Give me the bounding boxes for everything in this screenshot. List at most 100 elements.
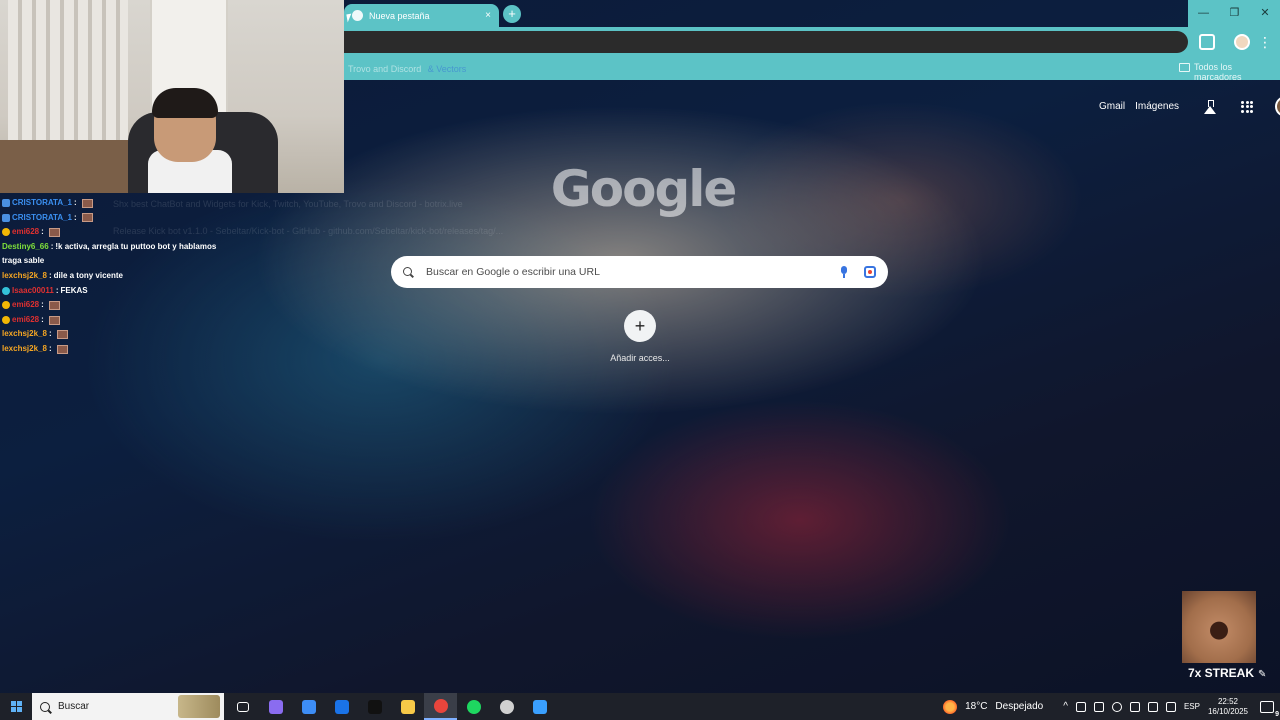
browser-menu-icon[interactable]: ⋮ [1258, 33, 1272, 51]
network-icon[interactable] [1147, 701, 1158, 712]
gmail-link[interactable]: Gmail [1099, 101, 1125, 112]
weather-temp[interactable]: 18°C [965, 701, 987, 712]
chat-separator: : [74, 212, 77, 222]
chat-username[interactable]: lexchsj2k_8 [2, 269, 47, 284]
volume-icon[interactable] [1165, 701, 1176, 712]
windows-start-icon[interactable] [0, 693, 32, 720]
bookmark-item[interactable]: Trovo and Discord & Vectors [348, 64, 466, 74]
chat-username[interactable]: emi628 [12, 225, 39, 240]
chat-separator: : [50, 241, 54, 251]
extensions-icon[interactable] [1199, 34, 1215, 50]
chat-separator: : [48, 343, 52, 353]
chat-username[interactable]: lexchsj2k_8 [2, 342, 47, 357]
clock-date: 16/10/2025 [1207, 706, 1248, 716]
onedrive-cloud-icon[interactable] [1111, 701, 1122, 712]
obs-icon[interactable] [490, 693, 523, 720]
chat-badge-icon [2, 199, 10, 208]
chat-username[interactable]: CRISTORATA_1 [12, 211, 72, 226]
chat-badge-icon [2, 301, 10, 310]
chat-username[interactable]: lexchsj2k_8 [2, 327, 47, 342]
profile-avatar[interactable] [1234, 34, 1250, 50]
webcam-curtain [8, 0, 128, 150]
chat-username[interactable]: CRISTORATA_1 [12, 196, 72, 211]
bookmark-label: Trovo and Discord [348, 64, 422, 74]
chat-message: emi628: [2, 313, 232, 328]
bookmarks-bar: Trovo and Discord & Vectors Todos los ma… [344, 57, 1280, 82]
chat-message: Isaac00011: FEKAS [2, 284, 232, 299]
address-bar[interactable] [344, 31, 1188, 53]
restore-button[interactable]: ❐ [1219, 0, 1250, 27]
language-indicator[interactable]: ESP [1184, 702, 1200, 711]
folder-icon [1179, 63, 1190, 72]
chat-separator: : [41, 227, 44, 237]
add-shortcut-button[interactable]: + [624, 310, 656, 342]
chat-username[interactable]: Isaac00011 [12, 284, 54, 299]
system-tray: 18°C Despejado ^ ESP 22:52 16/10/2025 9 [943, 693, 1280, 720]
webcam-floor [0, 140, 140, 193]
tab-title: Nueva pestaña [369, 10, 430, 21]
notifications-icon[interactable]: 9 [1260, 700, 1279, 718]
search-box[interactable]: Buscar en Google o escribir una URL [391, 256, 888, 288]
chat-badge-icon [2, 228, 10, 237]
weather-desc[interactable]: Despejado [995, 701, 1043, 712]
search-input[interactable]: Buscar en Google o escribir una URL [426, 266, 840, 278]
copilot-icon[interactable] [259, 693, 292, 720]
app-icon[interactable] [523, 693, 556, 720]
add-shortcut-label[interactable]: Añadir acces... [600, 353, 680, 363]
chat-message: lexchsj2k_8: [2, 342, 232, 357]
tray-app-icon[interactable] [1075, 701, 1086, 712]
chat-badge-icon [2, 213, 10, 222]
chat-emote-icon [56, 330, 68, 340]
file-explorer-icon[interactable] [391, 693, 424, 720]
task-view-icon[interactable] [226, 693, 259, 720]
meet-now-icon[interactable] [1129, 701, 1140, 712]
google-account-avatar[interactable] [1275, 96, 1280, 117]
chat-username[interactable]: emi628 [12, 298, 39, 313]
chrome-icon[interactable] [424, 693, 457, 720]
google-logo: Google [550, 160, 738, 218]
outlook-icon[interactable] [325, 693, 358, 720]
tab-close-icon[interactable]: × [485, 10, 491, 21]
minimize-button[interactable]: — [1188, 0, 1219, 27]
google-apps-icon[interactable] [1241, 100, 1254, 113]
voice-search-icon[interactable] [840, 266, 848, 278]
ntp-header-links: Gmail Imágenes [1099, 96, 1280, 117]
chat-message: CRISTORATA_1: [2, 211, 232, 226]
tiktok-icon[interactable] [358, 693, 391, 720]
close-window-button[interactable]: ✕ [1250, 0, 1280, 27]
chat-emote-icon [56, 344, 68, 354]
taskbar-search[interactable]: Buscar [32, 693, 224, 720]
chat-badge-icon [2, 316, 10, 325]
images-link[interactable]: Imágenes [1135, 101, 1179, 112]
clock-time: 22:52 [1217, 696, 1238, 706]
tab-new-tab[interactable]: Nueva pestaña × [344, 4, 499, 27]
chat-text: dile a tony vicente [53, 270, 123, 280]
chat-separator: : [48, 270, 52, 280]
chat-username[interactable]: Destiny6_66 [2, 242, 49, 251]
chat-emote-icon [81, 198, 93, 208]
google-lens-icon[interactable] [864, 266, 876, 278]
chat-message: Destiny6_66: !k activa, arregla tu puttoo… [2, 240, 232, 269]
spotify-icon[interactable] [457, 693, 490, 720]
show-hidden-icons-icon[interactable]: ^ [1063, 701, 1068, 712]
chat-emote-icon [48, 315, 60, 325]
chat-badge-icon [2, 286, 10, 295]
microphone-icon[interactable] [1093, 701, 1104, 712]
labs-flask-icon[interactable] [1203, 99, 1217, 114]
webcam-hair [152, 88, 218, 118]
browser-toolbar: ⋮ [344, 27, 1280, 57]
pencil-icon: ✎ [1258, 669, 1267, 680]
all-bookmarks-link[interactable]: Todos los marcadores [1194, 62, 1280, 82]
chat-username[interactable]: emi628 [12, 313, 39, 328]
search-highlight-image [178, 695, 220, 718]
chat-message: emi628: [2, 298, 232, 313]
chat-message: emi628: [2, 225, 232, 240]
chat-message: CRISTORATA_1: [2, 196, 232, 211]
chat-separator: : [55, 285, 59, 295]
new-tab-button[interactable]: + [503, 5, 521, 23]
clock[interactable]: 22:52 16/10/2025 [1208, 697, 1248, 717]
streak-label: 7x STREAK ✎ [1188, 666, 1266, 680]
weather-icon[interactable] [943, 699, 958, 714]
store-icon[interactable] [292, 693, 325, 720]
streak-meme-image [1182, 591, 1256, 663]
